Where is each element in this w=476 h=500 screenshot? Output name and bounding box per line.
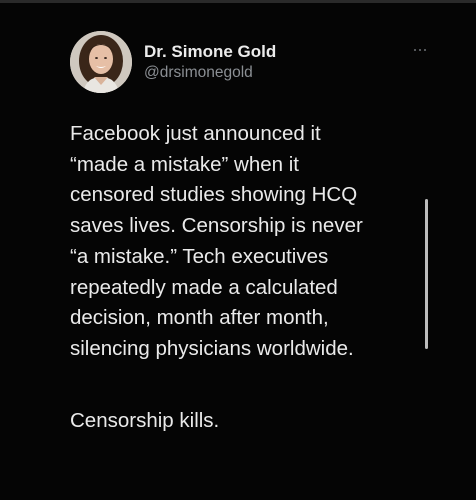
- display-name[interactable]: Dr. Simone Gold: [144, 42, 276, 62]
- tweet-line: decision, month after month,: [70, 306, 329, 330]
- tweet-line: saves lives. Censorship is never: [70, 214, 363, 238]
- tweet-text: Facebook just announced it “made a mista…: [70, 119, 430, 365]
- more-options-icon[interactable]: [408, 43, 432, 57]
- dot: [414, 49, 416, 51]
- dot: [424, 49, 426, 51]
- tweet-line: repeatedly made a calculated: [70, 275, 338, 299]
- profile-photo: [70, 31, 132, 93]
- tweet-line: censored studies showing HCQ: [70, 183, 358, 207]
- tweet-closing-line: Censorship kills.: [70, 409, 220, 432]
- username-handle[interactable]: @drsimonegold: [144, 64, 253, 82]
- avatar[interactable]: [70, 31, 132, 93]
- tweet-line: “a mistake.” Tech executives: [70, 244, 329, 268]
- tweet-line: silencing physicians worldwide.: [70, 336, 354, 360]
- tweet-line: Facebook just announced it: [70, 122, 321, 145]
- dot: [419, 49, 421, 51]
- tweet-card: Dr. Simone Gold @drsimonegold Facebook j…: [0, 0, 476, 500]
- scrollbar[interactable]: [425, 199, 428, 349]
- tweet-line: “made a mistake” when it: [70, 152, 300, 176]
